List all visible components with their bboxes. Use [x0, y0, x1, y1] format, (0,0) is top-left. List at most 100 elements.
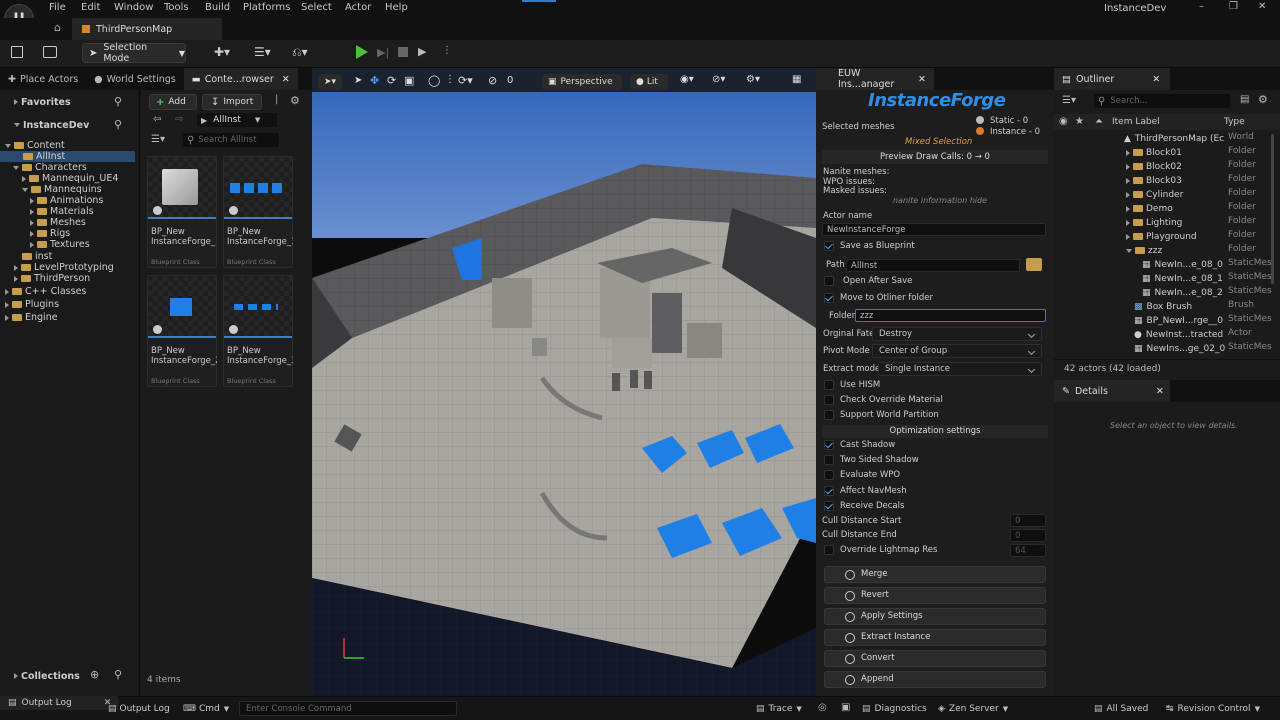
search-asset-box[interactable]: ⚲ Search AllInst: [183, 133, 279, 147]
menu-platforms[interactable]: Platforms: [243, 2, 290, 13]
cull-start-field[interactable]: 0: [1010, 514, 1046, 527]
use-hism-checkbox[interactable]: [824, 380, 834, 391]
forward-icon[interactable]: ⇨: [175, 114, 183, 125]
convert-button[interactable]: Convert: [824, 650, 1046, 667]
menu-tools[interactable]: Tools: [164, 2, 189, 13]
step-icon[interactable]: ▶|: [377, 46, 389, 59]
trace-button[interactable]: ▤ Trace ▼: [756, 702, 802, 716]
play-icon[interactable]: [356, 45, 368, 59]
world-icon[interactable]: ◯: [428, 74, 440, 87]
add-button[interactable]: + Add: [149, 94, 197, 110]
tree-item-allinst[interactable]: AllInst: [0, 151, 135, 162]
close-icon[interactable]: ✕: [1156, 386, 1164, 397]
tab-world-settings[interactable]: ● World Settings: [86, 68, 184, 90]
outliner-search[interactable]: ⚲ Search...: [1094, 94, 1230, 108]
rotate-icon[interactable]: ⟳: [387, 74, 396, 87]
filter-icon[interactable]: ☰▾: [1062, 95, 1076, 106]
add-folder-icon[interactable]: ▤: [1240, 94, 1249, 105]
override-lightmap-checkbox[interactable]: [824, 545, 834, 556]
import-button[interactable]: ↧ Import: [202, 94, 262, 110]
close-icon[interactable]: ✕: [918, 74, 926, 85]
tree-item-mannequins[interactable]: Mannequins: [22, 184, 102, 195]
eject-icon[interactable]: ▶: [418, 45, 426, 58]
camera-speed[interactable]: 0: [507, 75, 513, 86]
nanite-hide-toggle[interactable]: nanite information hide: [893, 196, 987, 205]
tab-outliner[interactable]: ▤ Outliner ✕: [1054, 68, 1170, 90]
close-window-icon[interactable]: ✕: [1258, 1, 1266, 12]
two-sided-shadow-checkbox[interactable]: [824, 455, 834, 466]
path-breadcrumb[interactable]: ▶ AllInst ▼: [197, 113, 277, 127]
tree-item-textures[interactable]: Textures: [30, 239, 90, 250]
content-icon[interactable]: [43, 46, 57, 58]
tree-item-inst[interactable]: inst: [22, 251, 52, 262]
blueprint-icon[interactable]: ☰▾: [254, 45, 271, 59]
tree-item-animations[interactable]: Animations: [30, 195, 103, 206]
search-icon[interactable]: ⚲: [114, 118, 122, 131]
map-tab[interactable]: ThirdPersonMap: [72, 18, 222, 40]
console-input[interactable]: Enter Console Command: [239, 701, 457, 716]
tree-item-engine[interactable]: Engine: [5, 312, 58, 323]
asset-tile[interactable]: BP_New InstanceForge_1 Blueprint Class: [223, 156, 293, 268]
asset-tile[interactable]: BP_New InstanceForge_2 Blueprint Class: [147, 275, 217, 387]
tree-item-materials[interactable]: Materials: [30, 206, 94, 217]
layout-icon[interactable]: ▦: [792, 74, 801, 85]
append-button[interactable]: Append: [824, 671, 1046, 688]
revert-button[interactable]: Revert: [824, 587, 1046, 604]
settings-icon[interactable]: ⚙: [290, 94, 300, 107]
output-log-tab[interactable]: ▤ Output Log ✕: [0, 696, 118, 710]
col-type[interactable]: Type: [1224, 117, 1245, 127]
extract-mode-dropdown[interactable]: Single Instance: [878, 362, 1042, 376]
cmd-dropdown[interactable]: ⌨ Cmd ▼: [183, 702, 229, 716]
save-as-blueprint-checkbox[interactable]: [824, 241, 834, 252]
tab-place-actors[interactable]: ✚ Place Actors: [0, 68, 86, 90]
lightmap-res-field[interactable]: 64: [1010, 544, 1046, 557]
original-fate-dropdown[interactable]: Destroy: [872, 327, 1042, 341]
menu-file[interactable]: File: [49, 2, 66, 13]
asset-tile[interactable]: BP_New InstanceForge_ Blueprint Class: [147, 156, 217, 268]
select-tool-button[interactable]: ➤▾: [318, 74, 343, 90]
surface-snap-icon[interactable]: ⋮: [445, 74, 455, 85]
menu-window[interactable]: Window: [114, 2, 153, 13]
outliner-scrollbar[interactable]: [1271, 134, 1274, 284]
tree-item-plugins[interactable]: Plugins: [5, 299, 59, 310]
save-all-icon[interactable]: |: [275, 94, 278, 105]
tree-item-mannequin-ue4[interactable]: Mannequin_UE4: [22, 173, 118, 184]
move-to-outliner-checkbox[interactable]: [824, 293, 834, 304]
home-icon[interactable]: ⌂: [54, 21, 61, 34]
level-viewport[interactable]: [312, 68, 816, 696]
zen-server-button[interactable]: ◈ Zen Server ▼: [938, 702, 1008, 716]
search-icon[interactable]: ⚲: [114, 95, 122, 108]
tree-item-characters[interactable]: Characters: [13, 162, 87, 173]
tab-content-browser[interactable]: ▬ Conte...rowser ✕: [183, 68, 298, 90]
perspective-dropdown[interactable]: ▣ Perspective: [542, 74, 622, 90]
menu-actor[interactable]: Actor: [345, 2, 371, 13]
tree-item-thirdperson[interactable]: ThirdPerson: [14, 273, 90, 284]
receive-decals-checkbox[interactable]: [824, 501, 834, 512]
extract-instance-button[interactable]: Extract Instance: [824, 629, 1046, 646]
close-icon[interactable]: ✕: [282, 74, 290, 85]
affect-navmesh-checkbox[interactable]: [824, 486, 834, 497]
revision-control-button[interactable]: ↹ Revision Control ▼: [1166, 702, 1260, 716]
move-icon[interactable]: ✥: [370, 74, 379, 87]
cursor-icon[interactable]: ➤: [354, 75, 362, 86]
apply-settings-button[interactable]: Apply Settings: [824, 608, 1046, 625]
world-partition-checkbox[interactable]: [824, 410, 834, 421]
scale-snap-icon[interactable]: ⊘: [488, 74, 497, 87]
show-flags-icon[interactable]: ◉▾: [680, 74, 694, 85]
browse-folder-icon[interactable]: [1026, 258, 1042, 271]
tree-item-rigs[interactable]: Rigs: [30, 228, 70, 239]
cinematics-icon[interactable]: ⎌▾: [292, 45, 308, 60]
menu-edit[interactable]: Edit: [81, 2, 100, 13]
menu-select[interactable]: Select: [301, 2, 332, 13]
view-mode-icon[interactable]: ⊘▾: [712, 74, 725, 85]
tree-item-meshes[interactable]: Meshes: [30, 217, 86, 228]
evaluate-wpo-checkbox[interactable]: [824, 470, 834, 481]
check-override-checkbox[interactable]: [824, 395, 834, 406]
stop-icon[interactable]: [398, 47, 408, 57]
scale-icon[interactable]: ▣: [404, 74, 414, 87]
cast-shadow-checkbox[interactable]: [824, 440, 834, 451]
add-actor-icon[interactable]: ✚▾: [214, 45, 230, 59]
maximize-icon[interactable]: ❐: [1229, 1, 1238, 12]
asset-tile[interactable]: BP_New InstanceForge_3 Blueprint Class: [223, 275, 293, 387]
close-icon[interactable]: ✕: [1152, 74, 1160, 85]
